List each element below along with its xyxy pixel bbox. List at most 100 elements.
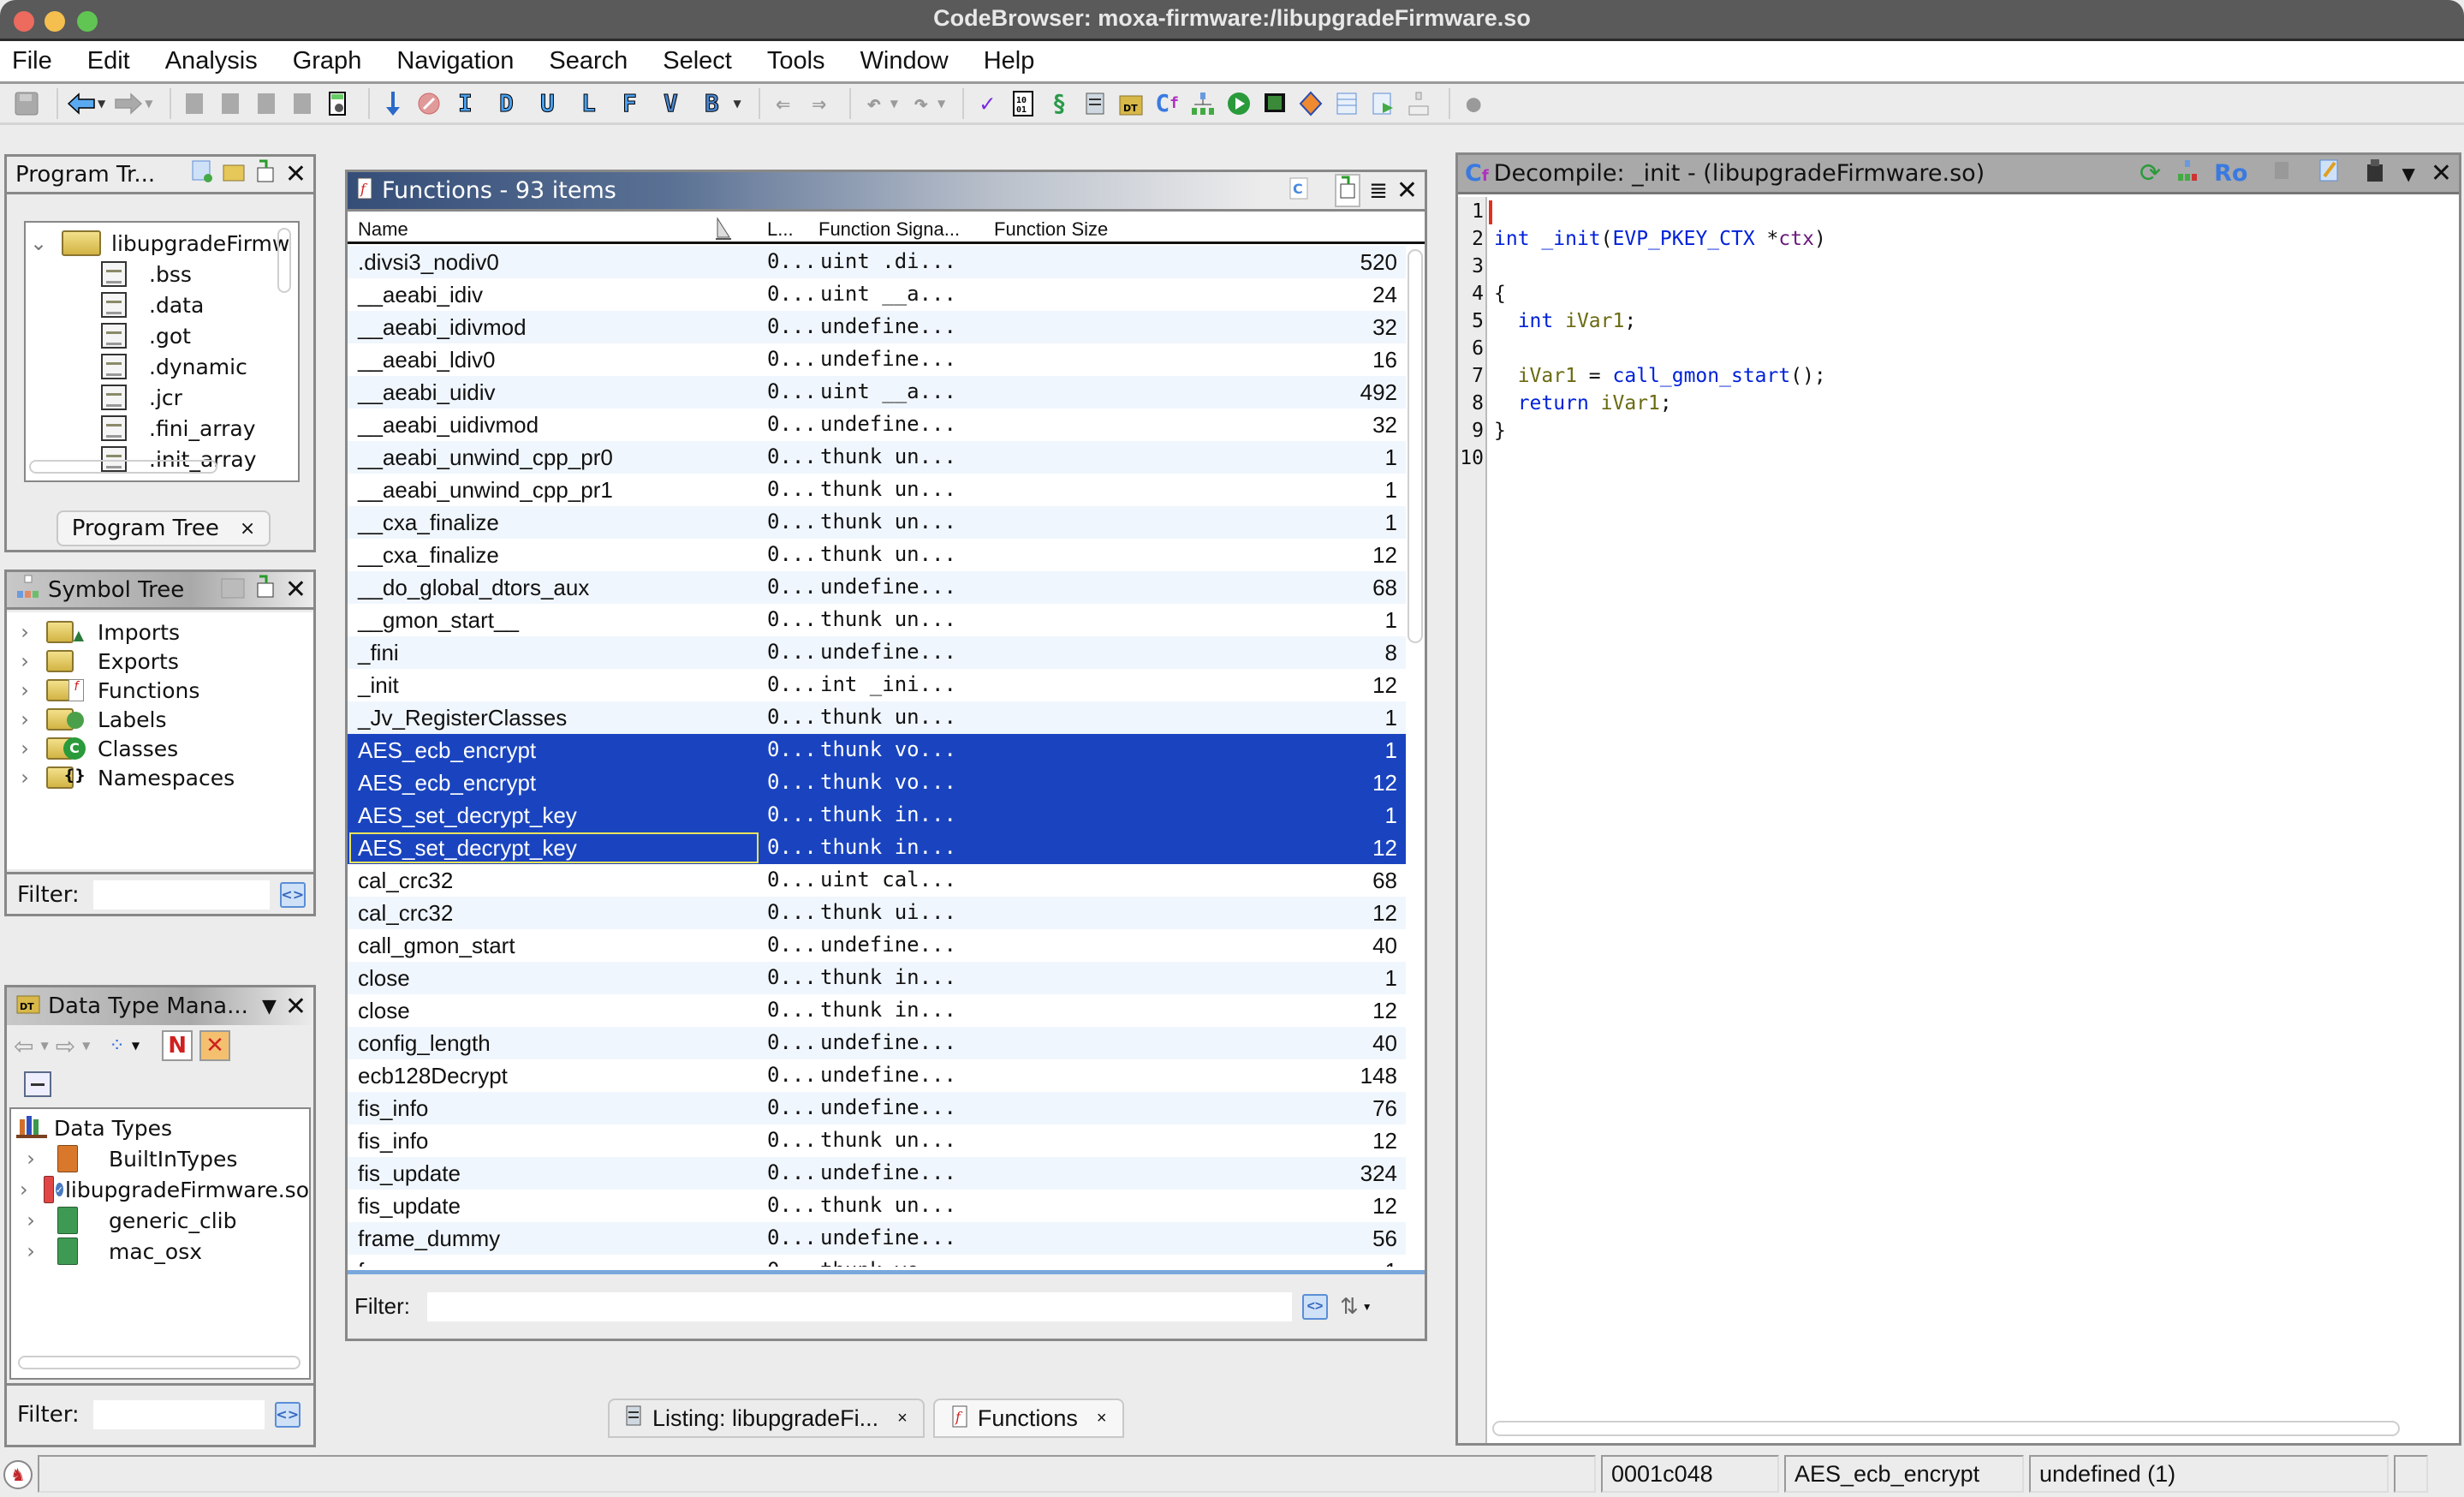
- menu-edit[interactable]: Edit: [87, 47, 130, 75]
- b-dropdown-icon[interactable]: ▼: [733, 98, 741, 110]
- close-icon[interactable]: ✕: [285, 159, 307, 189]
- filter-options-icon[interactable]: <>: [274, 1401, 301, 1428]
- program-tree-tab[interactable]: Program Tree ×: [57, 510, 271, 546]
- chevron-right-icon[interactable]: ›: [12, 766, 38, 790]
- horizontal-scrollbar[interactable]: [1492, 1421, 2400, 1436]
- program-tree-item[interactable]: .bss: [26, 259, 298, 289]
- edit-icon[interactable]: [2318, 158, 2340, 189]
- table-row[interactable]: _Jv_RegisterClasses 0... thunk un... 1: [348, 701, 1406, 734]
- table-row[interactable]: config_length 0... undefine... 40: [348, 1027, 1406, 1059]
- table-row[interactable]: AES_ecb_encrypt 0... thunk vo... 12: [348, 766, 1406, 799]
- symbol-tree-item-imports[interactable]: › ▲ Imports: [7, 617, 313, 647]
- label-next-icon[interactable]: ⇒: [805, 89, 834, 118]
- menu-navigation[interactable]: Navigation: [396, 47, 514, 75]
- nav-next-icon[interactable]: [216, 89, 245, 118]
- code-line[interactable]: {: [1494, 283, 1506, 305]
- copy-c-icon[interactable]: C: [1289, 175, 1311, 206]
- table-row[interactable]: .divsi3_nodiv0 0... uint .di... 520: [348, 246, 1406, 278]
- table-row[interactable]: __cxa_finalize 0... thunk un... 1: [348, 506, 1406, 539]
- menu-graph[interactable]: Graph: [293, 47, 362, 75]
- functions-filter-input[interactable]: [427, 1291, 1292, 1321]
- table-row[interactable]: __do_global_dtors_aux 0... undefine... 68: [348, 571, 1406, 604]
- code-token-var[interactable]: iVar1: [1601, 392, 1660, 415]
- forward-dropdown-icon[interactable]: ▼: [145, 98, 152, 110]
- table-row[interactable]: __aeabi_unwind_cpp_pr0 0... thunk un... 1: [348, 441, 1406, 474]
- filter-dropdown-icon[interactable]: ▼: [1362, 1301, 1372, 1313]
- open-folder-icon[interactable]: [222, 160, 246, 188]
- code-line[interactable]: }: [1494, 420, 1506, 442]
- symbol-filter-input[interactable]: [92, 880, 270, 910]
- table-row[interactable]: close 0... thunk in... 1: [348, 962, 1406, 994]
- horizontal-scrollbar[interactable]: [29, 460, 217, 474]
- program-tree-item[interactable]: .data: [26, 289, 298, 320]
- export-icon[interactable]: [1368, 89, 1397, 118]
- associations-dropdown-icon[interactable]: ▼: [132, 1040, 140, 1052]
- columns-icon[interactable]: ≣: [1369, 178, 1388, 204]
- table-row[interactable]: _init 0... int _ini... 12: [348, 669, 1406, 701]
- go-to-icon[interactable]: [254, 159, 277, 189]
- table-row[interactable]: _fini 0... undefine... 8: [348, 636, 1406, 669]
- filter-pointers-icon[interactable]: ✕: [199, 1030, 231, 1061]
- redo-dropdown-icon[interactable]: ▼: [937, 98, 945, 110]
- data-type-archive[interactable]: › BuiltInTypes: [11, 1143, 309, 1174]
- table-row[interactable]: call_gmon_start 0... undefine... 40: [348, 929, 1406, 962]
- copy-icon[interactable]: [2271, 158, 2294, 188]
- forward-dropdown-icon[interactable]: ▼: [82, 1040, 90, 1052]
- function-graph-icon[interactable]: [1188, 89, 1217, 118]
- decompiler-icon[interactable]: Cf: [1152, 89, 1181, 118]
- toolbar-letter-v-icon[interactable]: V: [656, 89, 685, 118]
- data-type-archive[interactable]: › generic_clib: [11, 1205, 309, 1236]
- clear-icon[interactable]: [414, 89, 443, 118]
- function-graph-icon[interactable]: [2176, 158, 2199, 188]
- chevron-right-icon[interactable]: ›: [12, 737, 38, 760]
- toolbar-letter-b-icon[interactable]: B: [697, 89, 726, 118]
- vertical-scrollbar[interactable]: [1408, 249, 1423, 643]
- filter-options-icon[interactable]: <>: [279, 881, 306, 908]
- table-row[interactable]: __aeabi_unwind_cpp_pr1 0... thunk un... 1: [348, 474, 1406, 506]
- chevron-right-icon[interactable]: ›: [12, 707, 38, 731]
- diamond-icon[interactable]: [1296, 89, 1325, 118]
- filter-settings-icon[interactable]: ⇅: [1340, 1293, 1359, 1320]
- table-row[interactable]: __aeabi_idivmod 0... undefine... 32: [348, 311, 1406, 343]
- save-icon[interactable]: [12, 89, 41, 118]
- tab-listing[interactable]: Listing: libupgradeFi... ×: [608, 1399, 925, 1438]
- chevron-right-icon[interactable]: ›: [18, 1208, 44, 1232]
- code-token-var[interactable]: iVar1: [1565, 310, 1624, 332]
- memory-icon[interactable]: [1260, 89, 1289, 118]
- tree-root[interactable]: ⌄ libupgradeFirmw: [26, 228, 298, 259]
- chevron-right-icon[interactable]: ›: [12, 678, 38, 702]
- label-prev-icon[interactable]: ⇐: [769, 89, 798, 118]
- down-arrow-icon[interactable]: [378, 89, 408, 118]
- table-row[interactable]: __cxa_finalize 0... thunk un... 12: [348, 539, 1406, 571]
- chevron-down-icon[interactable]: ⌄: [26, 231, 51, 255]
- nav-prev2-icon[interactable]: [252, 89, 281, 118]
- code-token-kw[interactable]: EVP_PKEY_CTX: [1613, 228, 1755, 250]
- chevron-right-icon[interactable]: ›: [12, 620, 38, 644]
- table-row[interactable]: __aeabi_idiv 0... uint __a... 24: [348, 278, 1406, 311]
- forward-icon[interactable]: ⇨: [56, 1032, 75, 1060]
- decompiled-code[interactable]: 1 2 int _init(EVP_PKEY_CTX *ctx) 3 4 {5 int i…: [1460, 197, 2459, 1392]
- bytes-icon[interactable]: 10 01: [1009, 89, 1038, 118]
- back-icon[interactable]: [67, 89, 96, 118]
- table-row[interactable]: cal_crc32 0... thunk ui... 12: [348, 897, 1406, 929]
- table-row[interactable]: close 0... thunk in... 12: [348, 994, 1406, 1027]
- menu-dropdown-icon[interactable]: ▼: [2402, 164, 2414, 184]
- code-line[interactable]: int _init(EVP_PKEY_CTX *ctx): [1494, 228, 1826, 250]
- go-to-icon[interactable]: [254, 575, 277, 605]
- code-line[interactable]: return iVar1;: [1494, 392, 1672, 415]
- datatype-icon[interactable]: DT: [1116, 89, 1146, 118]
- code-token-kw[interactable]: int: [1518, 310, 1554, 332]
- horizontal-scrollbar[interactable]: [18, 1356, 301, 1369]
- table-row[interactable]: __aeabi_ldiv0 0... undefine... 16: [348, 343, 1406, 376]
- menu-select[interactable]: Select: [663, 47, 732, 75]
- redo-icon[interactable]: ↷: [907, 89, 936, 118]
- close-icon[interactable]: ✕: [285, 992, 307, 1022]
- back-dropdown-icon[interactable]: ▼: [98, 98, 105, 110]
- tab-functions[interactable]: f Functions ×: [932, 1399, 1124, 1438]
- snapshot-icon[interactable]: [2364, 158, 2386, 189]
- menu-window[interactable]: Window: [860, 47, 949, 75]
- data-type-archive[interactable]: › mac_osx: [11, 1236, 309, 1267]
- collapse-all-icon[interactable]: [24, 1071, 51, 1097]
- close-icon[interactable]: ×: [1097, 1409, 1107, 1428]
- refresh-icon[interactable]: ⟳: [2140, 158, 2161, 188]
